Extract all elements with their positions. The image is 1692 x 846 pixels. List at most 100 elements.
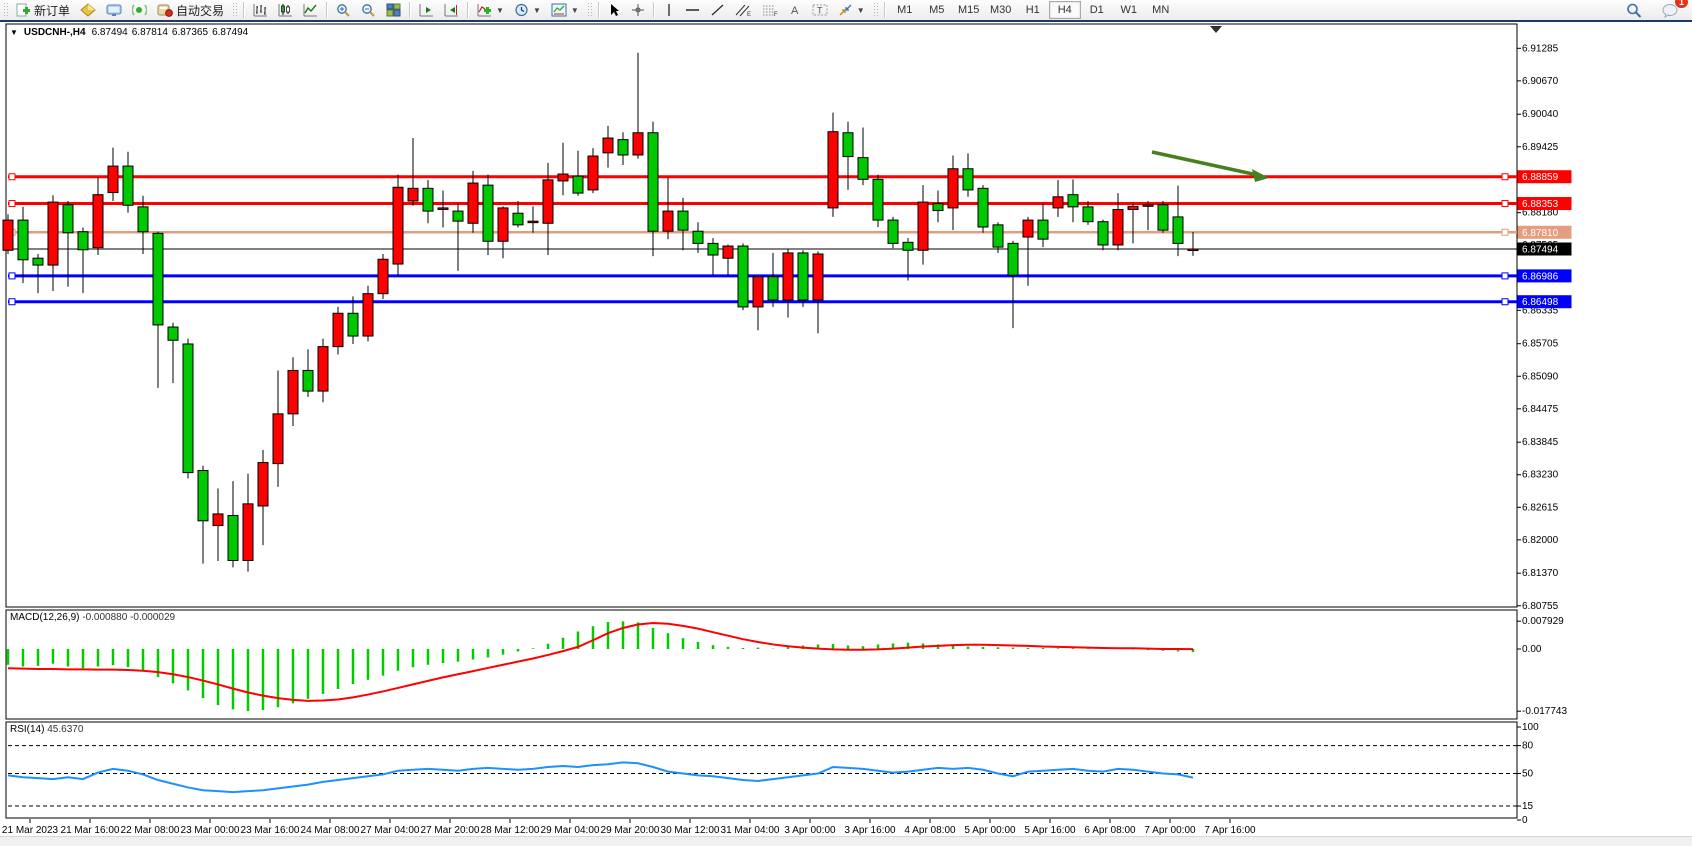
candle-body: [1113, 210, 1123, 245]
candle-body: [918, 202, 928, 250]
candle-body: [948, 169, 958, 208]
time-axis-label: 29 Mar 20:00: [601, 825, 660, 836]
time-axis-label: 30 Mar 12:00: [661, 825, 720, 836]
price-chart: 6.912856.906706.900406.894256.888106.881…: [0, 0, 1692, 846]
candle-body: [843, 133, 853, 157]
price-axis-tick: 6.85705: [1522, 339, 1559, 350]
candle-body: [858, 158, 868, 180]
candle-body: [153, 233, 163, 325]
line-handle[interactable]: [1502, 229, 1508, 235]
candle-body: [1023, 220, 1033, 237]
ohlc-high: 6.87814: [132, 27, 168, 38]
price-axis-tick: 6.82000: [1522, 535, 1559, 546]
price-axis-tick: 6.85090: [1522, 371, 1559, 382]
line-handle[interactable]: [9, 273, 15, 279]
candle-body: [228, 515, 238, 560]
time-axis-label: 5 Apr 16:00: [1024, 825, 1076, 836]
candle-body: [288, 370, 298, 413]
price-badge-value: 6.86498: [1522, 297, 1559, 308]
price-axis-tick: 6.91285: [1522, 43, 1559, 54]
price-badge-value: 6.88353: [1522, 199, 1559, 210]
rsi-indicator-label: RSI(14) 45.6370: [10, 724, 83, 735]
candle-body: [783, 253, 793, 300]
price-axis-tick: 6.82615: [1522, 502, 1559, 513]
candle-body: [393, 187, 403, 264]
line-handle[interactable]: [1502, 201, 1508, 207]
candle-body: [3, 220, 13, 250]
candle-body: [543, 180, 553, 223]
time-axis-label: 27 Mar 20:00: [421, 825, 480, 836]
line-handle[interactable]: [9, 174, 15, 180]
candle-body: [303, 370, 313, 391]
candle-body: [528, 221, 538, 223]
rsi-axis-tick: 50: [1522, 769, 1534, 780]
candle-body: [753, 277, 763, 307]
candle-body: [63, 205, 73, 233]
time-axis-label: 27 Mar 04:00: [361, 825, 420, 836]
candle-body: [408, 188, 418, 201]
candle-body: [603, 138, 613, 153]
price-axis-tick: 6.90040: [1522, 109, 1559, 120]
ohlc-open: 6.87494: [92, 27, 128, 38]
price-axis-tick: 6.84475: [1522, 404, 1559, 415]
time-axis-label: 3 Apr 16:00: [844, 825, 896, 836]
candle-body: [1038, 220, 1048, 239]
time-axis-label: 7 Apr 16:00: [1204, 825, 1256, 836]
line-handle[interactable]: [9, 201, 15, 207]
price-badge-value: 6.88859: [1522, 172, 1559, 183]
mt4-window: 新订单 自动交易: [0, 0, 1692, 846]
time-axis-label: 4 Apr 08:00: [904, 825, 956, 836]
time-axis-label: 3 Apr 00:00: [784, 825, 836, 836]
time-axis-label: 24 Mar 08:00: [301, 825, 360, 836]
candle-body: [798, 253, 808, 300]
line-handle[interactable]: [1502, 273, 1508, 279]
price-badge-value: 6.86986: [1522, 271, 1559, 282]
candle-body: [423, 188, 433, 211]
line-handle[interactable]: [1502, 174, 1508, 180]
candle-body: [168, 327, 178, 340]
candle-body: [198, 471, 208, 521]
candle-body: [93, 195, 103, 248]
candle-body: [483, 185, 493, 241]
candle-body: [963, 169, 973, 190]
candle-body: [48, 202, 58, 265]
candle-body: [813, 254, 823, 300]
time-axis-label: 21 Mar 16:00: [61, 825, 120, 836]
panel-frame: [6, 722, 1517, 818]
ohlc-low: 6.87365: [172, 27, 208, 38]
candle-body: [768, 277, 778, 300]
time-axis-label: 6 Apr 08:00: [1084, 825, 1136, 836]
candle-body: [1098, 222, 1108, 245]
candle-body: [993, 225, 1003, 247]
line-handle[interactable]: [1502, 299, 1508, 305]
candle-body: [498, 208, 508, 241]
candle-body: [573, 176, 583, 193]
candle-body: [708, 243, 718, 255]
candle-body: [183, 344, 193, 473]
price-badge-value: 6.87494: [1522, 245, 1559, 256]
rsi-axis-tick: 80: [1522, 741, 1534, 752]
candle-body: [1173, 217, 1183, 243]
candle-body: [348, 313, 358, 336]
chart-area[interactable]: 6.912856.906706.900406.894256.888106.881…: [0, 24, 1692, 836]
rsi-axis-tick: 100: [1522, 722, 1539, 733]
candle-body: [123, 166, 133, 205]
candle-body: [1083, 207, 1093, 222]
candle-body: [1128, 206, 1138, 209]
time-axis-label: 7 Apr 00:00: [1144, 825, 1196, 836]
candle-body: [273, 414, 283, 464]
macd-axis-tick: 0.00: [1522, 644, 1542, 655]
price-axis-tick: 6.81370: [1522, 568, 1559, 579]
candle-body: [693, 231, 703, 243]
time-axis-label: 23 Mar 00:00: [181, 825, 240, 836]
collapse-triangle-icon[interactable]: ▼: [10, 28, 18, 37]
time-axis-label: 5 Apr 00:00: [964, 825, 1016, 836]
candle-body: [1008, 243, 1018, 275]
line-handle[interactable]: [9, 299, 15, 305]
time-axis-label: 31 Mar 04:00: [721, 825, 780, 836]
macd-axis-tick: 0.007929: [1522, 616, 1564, 627]
ohlc-close: 6.87494: [212, 27, 248, 38]
candle-body: [33, 258, 43, 265]
candle-body: [318, 347, 328, 391]
time-axis-label: 22 Mar 08:00: [121, 825, 180, 836]
